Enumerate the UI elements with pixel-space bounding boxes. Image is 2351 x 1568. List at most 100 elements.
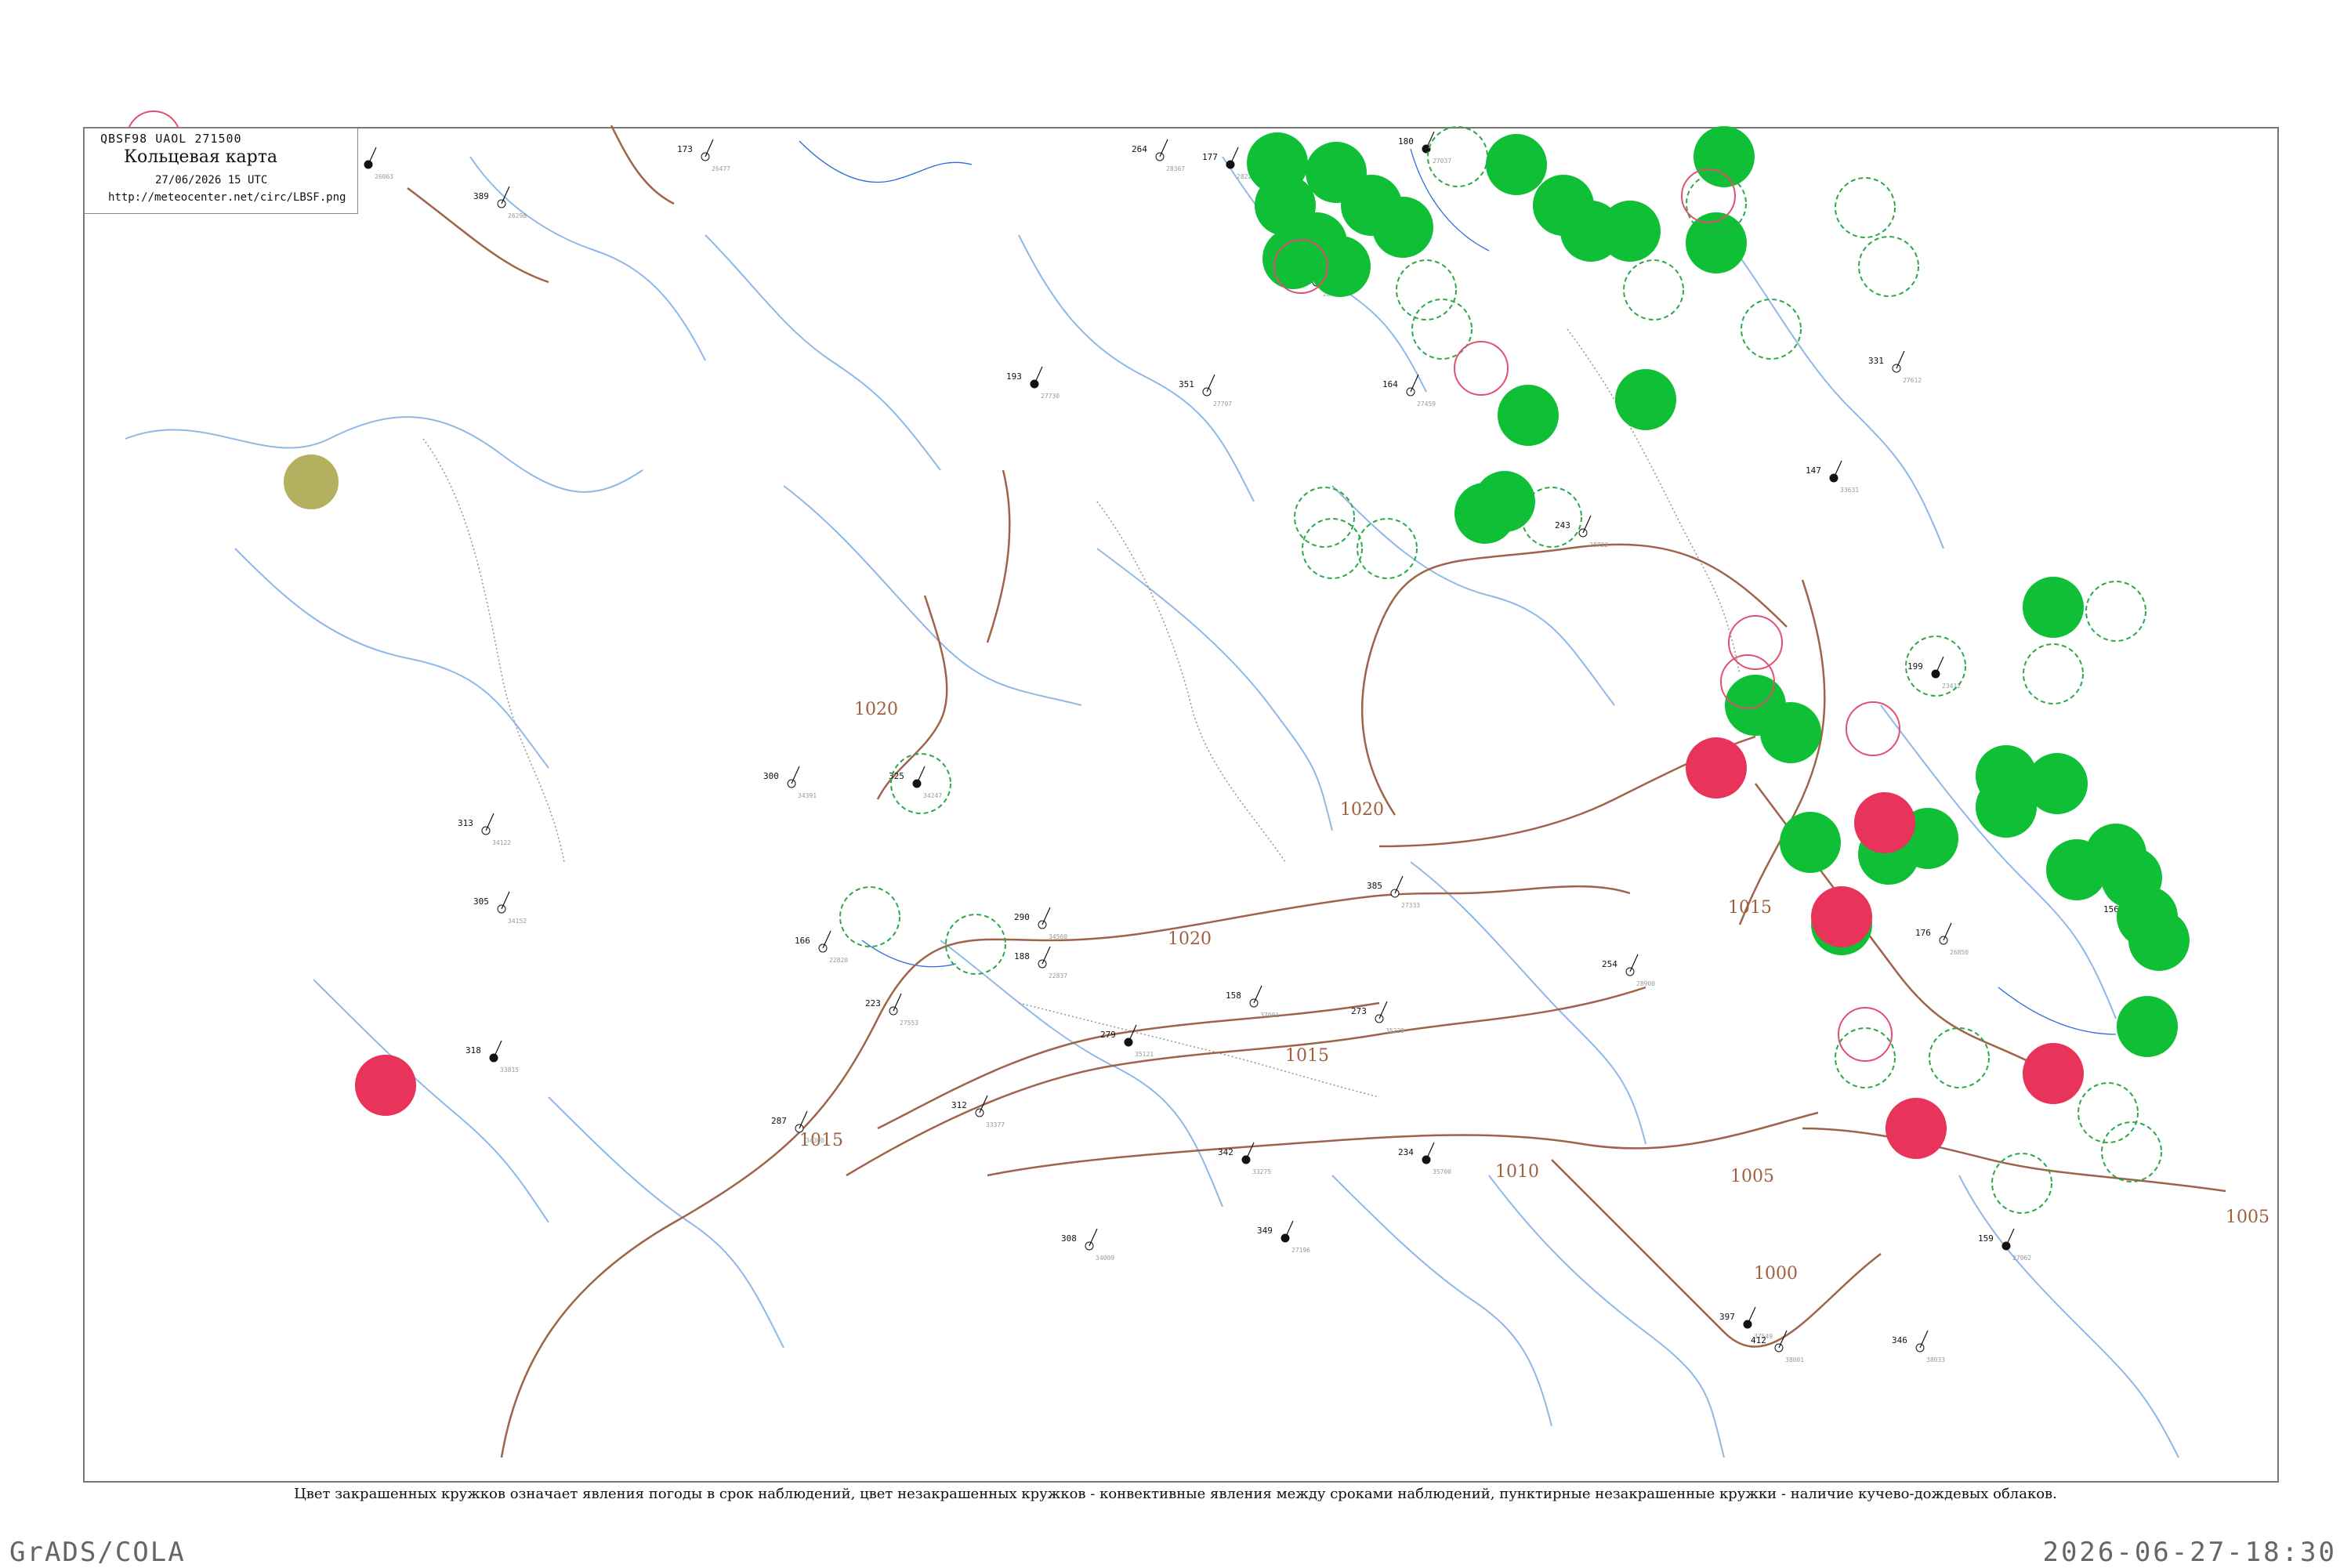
station-value: 412 [1751, 1335, 1766, 1345]
station-value: 156 [2103, 904, 2119, 914]
station-value: 164 [1382, 379, 1398, 389]
station-id: 28900 [1636, 980, 1655, 987]
station-value: 176 [1915, 928, 1931, 938]
station-value: 234 [1398, 1147, 1414, 1157]
station-value: 308 [1061, 1233, 1077, 1244]
station-id: 34122 [492, 839, 511, 846]
isobar-label: 1010 [1495, 1162, 1539, 1182]
rain-circle [1615, 369, 1676, 430]
isobar-label: 1020 [854, 700, 898, 719]
map-header: QBSF98 UAOL 271500 Кольцевая карта 27/06… [84, 128, 358, 214]
station-id: 28367 [1166, 165, 1185, 172]
station-id: 26063 [375, 173, 393, 180]
thunderstorm-circle [1686, 737, 1747, 798]
station-value: 159 [1978, 1233, 1994, 1244]
map-title: Кольцевая карта [124, 147, 278, 167]
bulletin-code: QBSF98 UAOL 271500 [100, 132, 242, 146]
station-id: 35121 [1135, 1051, 1154, 1058]
station-id: 35229 [1386, 1027, 1404, 1034]
station-value: 166 [795, 936, 810, 946]
station-value: 193 [1006, 371, 1022, 382]
isobar-label: 1000 [1754, 1264, 1798, 1284]
station-id: 34009 [1096, 1255, 1114, 1262]
station-id: 26477 [712, 165, 730, 172]
station-value: 346 [1892, 1335, 1907, 1345]
map-frame [83, 127, 2279, 1483]
station-value: 318 [465, 1045, 481, 1056]
station-value: 177 [1202, 152, 1218, 162]
station-value: 351 [1179, 379, 1194, 389]
station-id: 34247 [923, 792, 942, 799]
station-id: 27037 [1433, 158, 1451, 165]
station-id: 33815 [500, 1066, 519, 1074]
isobar-label: 1005 [1730, 1167, 1774, 1186]
station-id: 22820 [829, 957, 848, 964]
station-id: 26850 [1950, 949, 1969, 956]
station-value: 158 [1226, 990, 1241, 1001]
station-value: 173 [677, 144, 693, 154]
station-value: 273 [1351, 1006, 1367, 1016]
station-id: 33275 [1252, 1168, 1271, 1175]
station-id: 34300 [806, 1137, 824, 1144]
isobar-label: 1015 [1728, 898, 1772, 918]
rain-circle [1486, 134, 1547, 195]
rain-circle [1474, 471, 1535, 532]
station-id: 38033 [1926, 1356, 1945, 1363]
station-id: 37001 [1260, 1012, 1279, 1019]
station-value: 300 [763, 771, 779, 781]
rain-circle [1760, 702, 1821, 763]
station-id: 26298 [508, 212, 527, 219]
station-value: 180 [1398, 136, 1414, 147]
station-value: 397 [1719, 1312, 1735, 1322]
rain-circle [2023, 577, 2084, 638]
station-value: 312 [951, 1100, 967, 1110]
station-value: 313 [458, 818, 473, 828]
station-id: 23412 [1942, 683, 1961, 690]
station-id: 27459 [1417, 400, 1436, 407]
station-value: 254 [1602, 959, 1617, 969]
synoptic-map: 1020 1020 1020 1015 1015 1015 1010 1005 … [83, 110, 2279, 1483]
isobar-label: 1020 [1340, 800, 1384, 820]
station-id: 38001 [1785, 1356, 1804, 1363]
isobar-label: 1005 [2226, 1208, 2269, 1227]
software-label: GrADS/COLA [9, 1537, 186, 1568]
rain-circle [1310, 236, 1371, 297]
station-value: 349 [1257, 1226, 1273, 1236]
thunderstorm-circle [1811, 886, 1872, 947]
legend-text: Цвет закрашенных кружков означает явлени… [294, 1486, 2057, 1502]
station-value: 290 [1014, 912, 1030, 922]
rain-circle [2117, 996, 2178, 1057]
rain-circle [1498, 385, 1559, 446]
fog-circle [284, 454, 339, 509]
station-value: 147 [1806, 465, 1821, 476]
rain-circle [2027, 753, 2088, 814]
station-value: 243 [1555, 520, 1570, 531]
station-id: 27612 [1903, 377, 1922, 384]
station-id: 28722 [1589, 541, 1608, 549]
station-id: 34152 [508, 918, 527, 925]
station-id: 27196 [1291, 1247, 1310, 1254]
thunderstorm-circle [1854, 792, 1915, 853]
rain-circle [1372, 197, 1433, 258]
station-value: 389 [473, 191, 489, 201]
station-value: 223 [865, 998, 881, 1009]
station-value: 331 [1868, 356, 1884, 366]
station-id: 27333 [1401, 902, 1420, 909]
station-id: 33631 [1840, 487, 1859, 494]
station-id: 35700 [1433, 1168, 1451, 1175]
isobar-label: 1015 [1285, 1046, 1329, 1066]
thunderstorm-circle [1886, 1098, 1947, 1159]
map-date: 27/06/2026 15 UTC [155, 174, 268, 186]
source-url: http://meteocenter.net/circ/LBSF.png [108, 191, 346, 204]
timestamp: 2026-06-27-18:30 [2042, 1537, 2337, 1568]
station-id: 33377 [986, 1121, 1005, 1128]
station-value: 342 [1218, 1147, 1233, 1157]
station-value: 199 [1907, 661, 1923, 672]
rain-circle [1599, 201, 1661, 262]
station-value: 279 [1100, 1030, 1116, 1040]
rain-circle [1780, 812, 1841, 873]
rain-circle [2046, 839, 2107, 900]
station-value: 264 [1132, 144, 1147, 154]
station-id: 22837 [1049, 972, 1067, 980]
station-value: 305 [473, 896, 489, 907]
